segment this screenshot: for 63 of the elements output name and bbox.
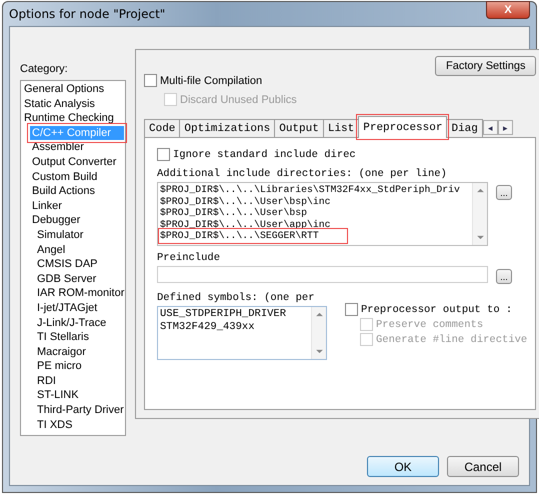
category-item[interactable]: Simulator (22, 228, 124, 243)
checkbox-label: Multi-file Compilation (160, 74, 262, 86)
category-item[interactable]: Runtime Checking (22, 111, 124, 126)
category-item[interactable]: IAR ROM-monitor (22, 286, 124, 301)
text-line: $PROJ_DIR$\..\..\User\bsp (160, 207, 308, 218)
category-item[interactable]: Angel (22, 242, 124, 258)
category-item[interactable]: RDI (22, 374, 124, 388)
checkbox-label: Preprocessor output to : (361, 304, 512, 316)
category-item[interactable]: ST-LINK (22, 388, 124, 404)
text-line: $PROJ_DIR$\..\..\Libraries\STM32F4xx_StdPeriph_Driv (160, 184, 461, 196)
window-title: Options for node "Project" (9, 7, 166, 21)
category-item[interactable]: Custom Build (22, 170, 124, 184)
category-label: Category: (20, 63, 69, 75)
scroll-left-button[interactable]: ◂ (482, 120, 498, 135)
checkbox[interactable] (345, 303, 358, 316)
dialog-button[interactable]: OK (367, 456, 439, 477)
scrollbar[interactable] (311, 307, 326, 359)
category-item[interactable]: CMSIS DAP (22, 257, 124, 272)
dialog-button[interactable]: Cancel (447, 456, 519, 477)
checkbox-label: Generate #line directive (376, 334, 528, 346)
category-item[interactable]: Third-Party Driver (22, 403, 124, 418)
scrollbar[interactable] (472, 183, 487, 245)
scroll-up-icon[interactable] (316, 312, 322, 317)
text-line: $PROJ_DIR$\..\..\SEGGER\RTT (160, 230, 346, 242)
include-directories-field[interactable]: $PROJ_DIR$\..\..\Libraries\STM32F4xx_StdPeriph_Driv $PROJ_DIR$\..\..\User\bsp\inc $PROJ_DIR$\..\..\User\bsp $PROJ_DIR$\..\..\User\app\inc $PROJ_DIR$\..\..\SEGGER\RTT (157, 182, 488, 246)
category-item[interactable]: General Options (22, 82, 124, 97)
category-item[interactable]: Build Actions (22, 184, 124, 199)
text-line: USE_STDPERIPH_DRIVER (160, 308, 288, 320)
browse-button[interactable]: ... (496, 185, 512, 200)
scroll-right-button[interactable]: ▸ (498, 120, 513, 135)
factory-settings-button[interactable]: Factory Settings (435, 56, 536, 76)
field-label: Additional include directories: (one per line) (157, 168, 448, 180)
category-item[interactable]: TI XDS (22, 418, 124, 432)
field-label: Defined symbols: (one per (157, 292, 316, 304)
checkbox-label: Preserve comments (376, 318, 484, 330)
category-item[interactable]: J-Link/J-Trace (22, 316, 124, 330)
tab[interactable]: Diag (446, 119, 483, 137)
tab[interactable]: Code (144, 119, 180, 137)
category-item[interactable]: Debugger (22, 213, 124, 228)
field-label: Preinclude (157, 252, 222, 264)
defined-symbols-field[interactable]: USE_STDPERIPH_DRIVER STM32F429_439xx (157, 306, 327, 360)
checkbox[interactable] (157, 148, 170, 161)
text-line: $PROJ_DIR$\..\..\User\bsp\inc (160, 196, 332, 207)
scroll-down-icon[interactable] (476, 235, 484, 240)
category-item[interactable]: PE micro (22, 359, 124, 374)
preinclude-field[interactable] (157, 266, 488, 283)
tab[interactable]: Preprocessor (358, 116, 448, 138)
category-item[interactable]: Linker (22, 198, 124, 214)
text-line: STM32F429_439xx (160, 320, 256, 333)
scroll-down-icon[interactable] (316, 349, 322, 354)
category-item[interactable]: Macraigor (22, 344, 124, 360)
category-item[interactable]: GDB Server (22, 272, 124, 286)
category-item[interactable]: I-jet/JTAGjet (22, 300, 124, 316)
checkbox-label: Discard Unused Publics (180, 94, 297, 106)
browse-button[interactable]: ... (496, 269, 512, 284)
category-item[interactable]: TI Stellaris (22, 330, 124, 345)
checkbox-label: Ignore standard include direc (173, 148, 356, 160)
checkbox[interactable] (144, 74, 157, 87)
scroll-up-icon[interactable] (476, 188, 484, 193)
category-item[interactable]: Output Converter (22, 154, 124, 170)
text-line: $PROJ_DIR$\..\..\User\app\inc (160, 218, 332, 230)
category-item[interactable]: Assembler (22, 140, 124, 155)
category-item[interactable]: Static Analysis (22, 96, 124, 112)
